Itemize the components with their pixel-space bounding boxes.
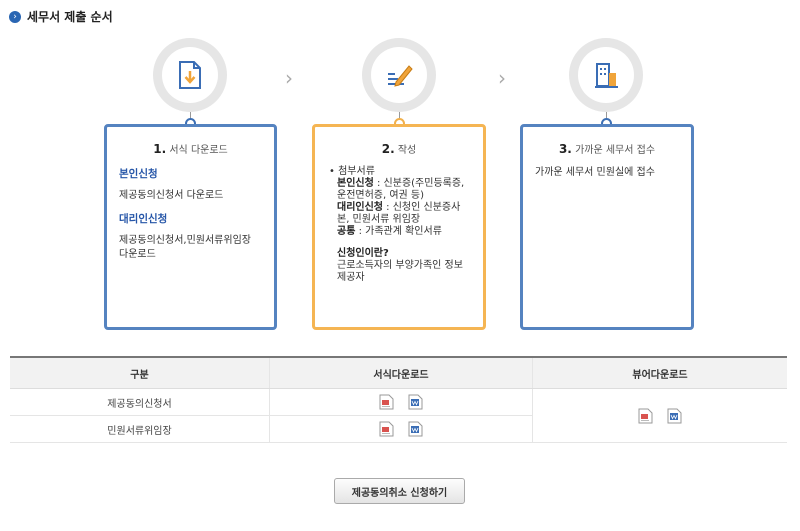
step3-icon-circle: [569, 38, 643, 112]
row-label: 제공동의신청서: [10, 388, 270, 416]
table-row: 제공동의신청서: [10, 388, 787, 443]
word-viewer-icon[interactable]: [667, 408, 682, 424]
word-file-icon[interactable]: [408, 394, 423, 410]
self-apply-text: 제공동의신청서 다운로드: [119, 190, 224, 201]
hwp-file-icon[interactable]: [379, 394, 394, 410]
hwp-file-icon[interactable]: [379, 421, 394, 437]
step3-card: 3. 가까운 세무서 접수 가까운 세무서 민원실에 접수: [520, 124, 694, 330]
chevron-right-icon: ›: [498, 66, 506, 90]
submit-office-text: 가까운 세무서 민원실에 접수: [535, 167, 655, 178]
attachments-block: • 첨부서류 본인신청 : 신분증(주민등록증, 운전면허증, 여권 등) 대리…: [327, 166, 471, 284]
col-header-form-download: 서식다운로드: [269, 356, 533, 389]
step1-icon-circle: [153, 38, 227, 112]
agent-apply-heading: 대리인신청: [119, 213, 168, 225]
applicant-question: 신청인이란?: [337, 248, 389, 259]
step2-icon-circle: [362, 38, 436, 112]
word-file-icon[interactable]: [408, 421, 423, 437]
step1-card: 1. 서식 다운로드 본인신청 제공동의신청서 다운로드 대리인신청 제공동의신…: [104, 124, 277, 330]
form-download-cell: [269, 415, 533, 443]
download-table: 구분 서식다운로드 뷰어다운로드 제공동의신청서 민원서류위임장: [10, 356, 787, 443]
self-apply-heading: 본인신청: [119, 168, 158, 180]
hwp-viewer-icon[interactable]: [638, 408, 653, 424]
col-header-category: 구분: [10, 356, 270, 389]
section-header: › 세무서 제출 순서: [9, 8, 113, 25]
form-download-cell: [269, 388, 533, 416]
section-title: 세무서 제출 순서: [27, 10, 113, 24]
viewer-download-cell: [532, 388, 787, 443]
step2-title: 2. 작성: [381, 142, 417, 156]
applicant-answer: 근로소득자의 부양가족인 정보 제공자: [337, 260, 463, 283]
download-document-icon: [179, 61, 201, 89]
step2-card: 2. 작성 • 첨부서류 본인신청 : 신분증(주민등록증, 운전면허증, 여권…: [312, 124, 486, 330]
cancel-consent-apply-button[interactable]: 제공동의취소 신청하기: [334, 478, 465, 504]
arrow-right-circle-icon: ›: [9, 10, 21, 23]
step1-title: 1. 서식 다운로드: [153, 142, 228, 156]
pencil-write-icon: [388, 65, 413, 87]
building-icon: [595, 63, 618, 88]
chevron-right-icon: ›: [285, 66, 293, 90]
agent-apply-text: 제공동의신청서,민원서류위임장 다운로드: [119, 235, 251, 260]
step3-title: 3. 가까운 세무서 접수: [558, 142, 656, 156]
col-header-viewer-download: 뷰어다운로드: [532, 356, 787, 389]
row-label: 민원서류위임장: [10, 415, 270, 443]
